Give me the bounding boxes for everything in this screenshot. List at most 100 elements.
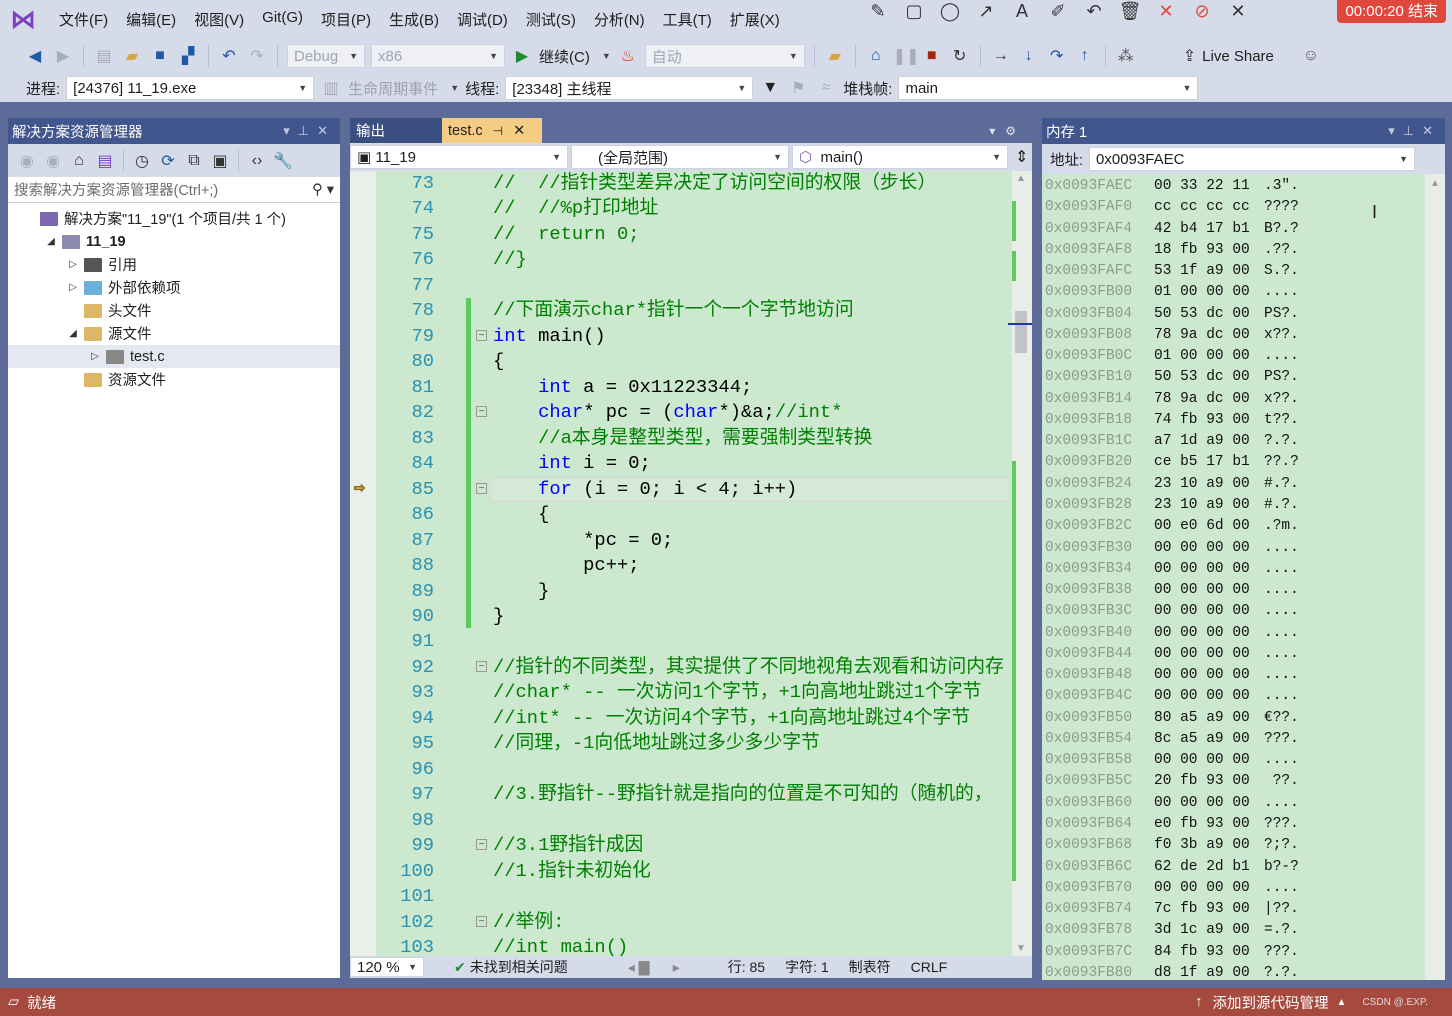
code-line[interactable]: 83 //a本身是整型类型，需要强制类型转换 [350,426,1010,451]
code-line[interactable]: 84 int i = 0; [350,451,1010,476]
eol-indicator[interactable]: CRLF [911,959,948,975]
menu-item[interactable]: 测试(S) [517,9,585,30]
code-line[interactable]: 88 pc++; [350,553,1010,578]
collapse-all-icon[interactable]: ⧉ [183,152,205,170]
tree-item[interactable]: 头文件 [8,299,340,322]
tab-output[interactable]: 输出 [350,118,442,143]
text-icon[interactable]: A [1004,1,1040,22]
restart-icon[interactable]: ↻ [949,46,971,66]
collapse-outline-icon[interactable]: − [476,482,487,494]
memory-row[interactable]: 0x0093FB58 00 00 00 00.... [1042,750,1445,771]
memory-row[interactable]: 0x0093FB08 78 9a dc 00 x??. [1042,325,1445,346]
memory-row[interactable]: 0x0093FB78 3d 1c a9 00 =.?. [1042,920,1445,941]
show-next-statement-icon[interactable]: → [990,47,1012,65]
menu-item[interactable]: 生成(B) [380,9,448,30]
menu-item[interactable]: 调试(D) [448,9,517,30]
memory-row[interactable]: 0x0093FB60 00 00 00 00.... [1042,793,1445,814]
open-file-icon[interactable]: ▰ [121,46,143,66]
pause-icon[interactable]: ❚❚ [893,46,920,66]
breakpoints-icon[interactable]: ⁂ [1115,46,1137,66]
expand-toggle-icon[interactable]: ◢ [66,328,80,339]
thread-dropdown[interactable]: [23348] 主线程 ▼ [505,76,754,100]
scope-dropdown[interactable]: (全局范围) ▼ [571,145,789,169]
save-icon[interactable]: ■ [149,47,171,65]
char-indicator[interactable]: 字符: 1 [785,957,829,977]
find-in-files-icon[interactable]: ▰ [824,46,846,66]
memory-row[interactable]: 0x0093FAF4 42 b4 17 b1 B?.? [1042,219,1445,240]
horizontal-scrollbar[interactable]: ◂ ▇ ▸ [628,959,708,976]
memory-row[interactable]: 0x0093FB2C 00 e0 6d 00 .?m. [1042,516,1445,537]
collapse-outline-icon[interactable]: − [476,915,487,927]
expand-toggle-icon[interactable]: ▷ [66,259,80,270]
tree-item[interactable]: 资源文件 [8,368,340,391]
undo-icon[interactable]: ↶ [1076,1,1112,22]
code-line[interactable]: 78 //下面演示char*指针一个一个字节地访问 [350,298,1010,323]
panel-controls[interactable]: ▾⊥✕ [283,123,336,139]
show-threads-icon[interactable]: ≈ [815,79,837,97]
add-to-source-control-button[interactable]: 添加到源代码管理 [1213,992,1329,1013]
live-share-button[interactable]: ⇪ Live Share [1183,46,1274,66]
memory-row[interactable]: 0x0093FB04 50 53 dc 00 PS?. [1042,304,1445,325]
memory-row[interactable]: 0x0093FB80 d8 1f a9 00?.?. [1042,963,1445,984]
pending-changes-icon[interactable]: ◷ [131,151,153,171]
code-line[interactable]: 76 //} [350,247,1010,272]
menu-item[interactable]: 视图(V) [185,9,253,30]
project-dropdown[interactable]: ▣ 11_19 ▼ [350,145,568,169]
continue-play-icon[interactable]: ▶ [511,46,533,66]
process-dropdown[interactable]: [24376] 11_19.exe ▼ [66,76,315,100]
menu-item[interactable]: 编辑(E) [117,9,185,30]
arrow-icon[interactable]: ↗ [968,1,1004,22]
memory-row[interactable]: 0x0093FB70 00 00 00 00.... [1042,878,1445,899]
platform-dropdown[interactable]: x86 ▼ [371,44,505,68]
code-line[interactable]: 94 //int* -- 一次访问4个字节，+1向高地址跳过4个字节 [350,706,1010,731]
tab-test-c[interactable]: test.c ⊣ ✕ [442,118,542,143]
code-line[interactable]: 82− char* pc = (char*)&a;//int* [350,400,1010,425]
code-line[interactable]: 100 //1.指针未初始化 [350,859,1010,884]
code-view-icon[interactable]: ‹› [246,152,268,170]
code-line[interactable]: 95 //同理，-1向低地址跳过多少多少字节 [350,731,1010,756]
tabs-indicator[interactable]: 制表符 [849,957,891,977]
code-line[interactable]: 77 [350,273,1010,298]
memory-row[interactable]: 0x0093FB74 7c fb 93 00 |??. [1042,899,1445,920]
menu-item[interactable]: 工具(T) [654,9,721,30]
zoom-dropdown[interactable]: 120 % ▼ [350,957,424,977]
undo-icon[interactable]: ↶ [218,46,240,66]
code-line[interactable]: 89 } [350,579,1010,604]
code-area[interactable]: ▲ ▼ 73 // //指针类型差异决定了访问空间的权限（步长） 74 // //%p… [350,171,1032,956]
camera-off-icon[interactable]: ⊘ [1184,1,1220,22]
issues-status[interactable]: 未找到相关问题 [470,957,568,977]
code-line[interactable]: 99 −//3.1野指针成因 [350,833,1010,858]
tree-item[interactable]: ◢ 11_19 [8,230,340,253]
code-line[interactable]: 86 { [350,502,1010,527]
memory-row[interactable]: 0x0093FB5C 20 fb 93 00 ??. [1042,771,1445,792]
code-line[interactable]: 98 [350,808,1010,833]
code-line[interactable]: 102 −//举例: [350,910,1010,935]
pin-icon[interactable]: ⊣ [493,124,503,138]
code-line[interactable]: 90} [350,604,1010,629]
code-line[interactable]: 81 int a = 0x11223344; [350,375,1010,400]
menu-item[interactable]: 分析(N) [585,9,654,30]
panel-controls[interactable]: ▾⊥✕ [1388,123,1441,139]
memory-row[interactable]: 0x0093FB24 23 10 a9 00 #.?. [1042,474,1445,495]
memory-row[interactable]: 0x0093FAEC 00 33 22 11 .3". [1042,176,1445,197]
home-icon[interactable]: ⌂ [68,152,90,170]
mic-off-icon[interactable]: ✕ [1148,1,1184,22]
step-into-icon[interactable]: ↓ [1018,47,1040,65]
marker-icon[interactable]: ✐ [1040,1,1076,22]
close-tab-icon[interactable]: ✕ [513,123,525,139]
properties-wrench-icon[interactable]: 🔧 [272,151,294,171]
memory-row[interactable]: 0x0093FB4C 00 00 00 00.... [1042,686,1445,707]
memory-row[interactable]: 0x0093FB7C 84 fb 93 00???. [1042,942,1445,963]
code-line[interactable]: 87 *pc = 0; [350,528,1010,553]
filter-icon[interactable]: ▼ [759,79,781,97]
memory-row[interactable]: 0x0093FB68 f0 3b a9 00?;?. [1042,835,1445,856]
code-line[interactable]: 92 −//指针的不同类型，其实提供了不同地视角去观看和访问内存 [350,655,1010,680]
step-out-icon[interactable]: ↑ [1074,47,1096,65]
collapse-outline-icon[interactable]: − [476,660,487,672]
memory-row[interactable]: 0x0093FB34 00 00 00 00.... [1042,559,1445,580]
memory-row[interactable]: 0x0093FB30 00 00 00 00.... [1042,538,1445,559]
code-line[interactable]: 93 //char* -- 一次访问1个字节，+1向高地址跳过1个字节 [350,680,1010,705]
back-icon[interactable]: ◉ [16,151,38,171]
line-indicator[interactable]: 行: 85 [728,957,765,977]
memory-row[interactable]: 0x0093FB50 80 a5 a9 00 €??. [1042,708,1445,729]
